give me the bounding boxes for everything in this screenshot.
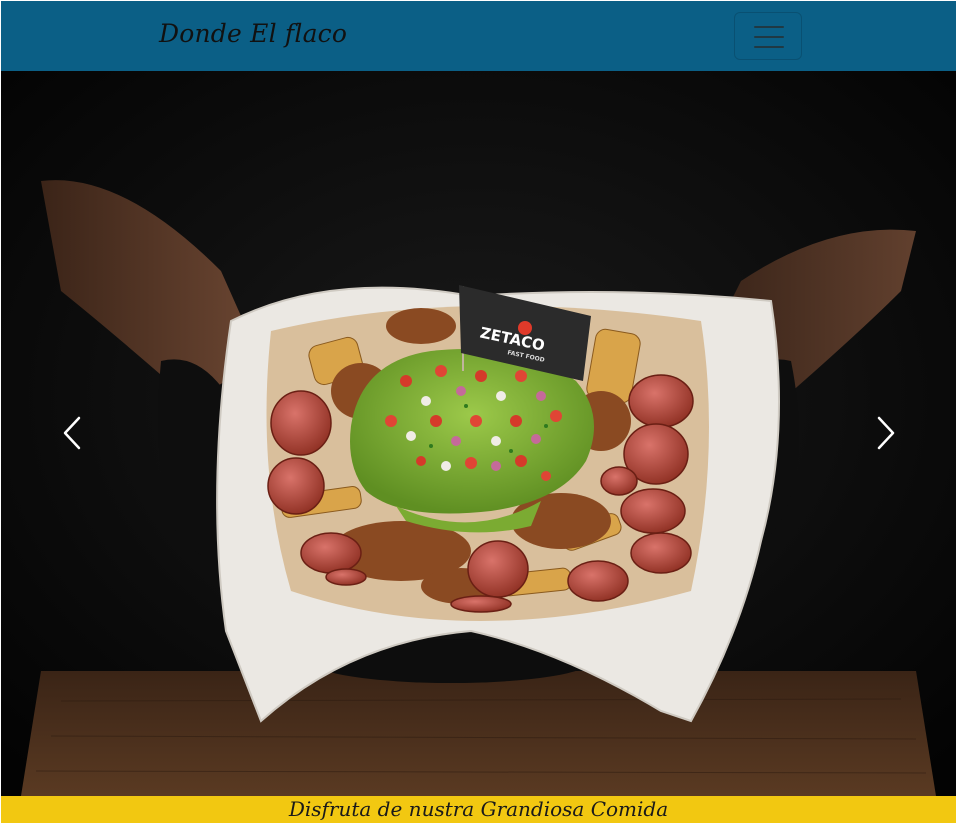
chevron-left-icon (63, 416, 81, 450)
navbar-toggler-button[interactable] (734, 12, 802, 60)
carousel-next-button[interactable] (867, 401, 907, 465)
hamburger-icon (754, 26, 784, 48)
brand-link[interactable]: Donde El flaco (159, 19, 347, 48)
hero-food-image: ZETACO FAST FOOD (1, 71, 956, 796)
navbar: Donde El flaco (1, 1, 956, 71)
hero-carousel: ZETACO FAST FOOD (1, 71, 956, 796)
caption-bar: Disfruta de nustra Grandiosa Comida (1, 796, 956, 823)
page: Donde El flaco ZETACO FAST FOOD Disfruta… (0, 0, 957, 823)
carousel-prev-button[interactable] (53, 401, 93, 465)
chevron-right-icon (877, 416, 895, 450)
caption-text: Disfruta de nustra Grandiosa Comida (288, 797, 669, 821)
